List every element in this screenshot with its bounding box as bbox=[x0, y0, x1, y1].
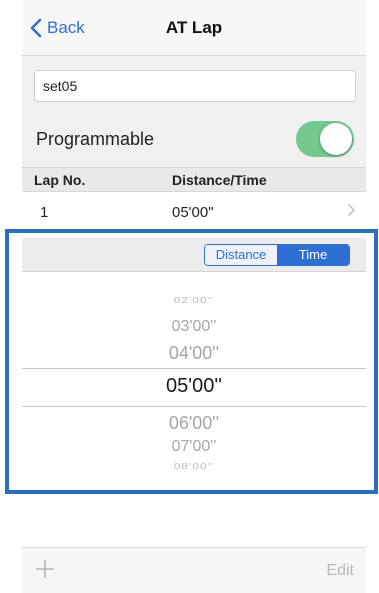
picker-item[interactable]: 03'00'' bbox=[22, 318, 366, 336]
segment-distance[interactable]: Distance bbox=[205, 245, 277, 265]
mode-segmented-control: Distance Time bbox=[204, 244, 350, 266]
table-row[interactable]: 1 05'00" bbox=[22, 193, 366, 231]
lap-value: 05'00" bbox=[172, 204, 214, 221]
plus-icon[interactable] bbox=[34, 558, 56, 580]
bottom-toolbar: Edit bbox=[22, 547, 366, 593]
picker-mode-bar: Distance Time bbox=[22, 238, 366, 272]
programmable-label: Programmable bbox=[36, 129, 155, 149]
page-title: AT Lap bbox=[165, 18, 223, 37]
selection-line-top bbox=[22, 368, 366, 369]
header-distance-time: Distance/Time bbox=[172, 172, 267, 188]
picker-item[interactable]: 02'00'' bbox=[22, 295, 366, 305]
app-screen: Back AT Lap Programmable Lap No. Distanc… bbox=[22, 0, 366, 593]
header-lap-no: Lap No. bbox=[34, 172, 86, 188]
toggle-knob bbox=[320, 123, 352, 155]
picker-item[interactable]: 04'00'' bbox=[22, 343, 366, 364]
picker-item[interactable]: 08'00'' bbox=[22, 461, 366, 471]
picker-item[interactable]: 06'00'' bbox=[22, 413, 366, 434]
chevron-right-icon bbox=[348, 204, 355, 216]
segment-time[interactable]: Time bbox=[277, 245, 349, 265]
programmable-toggle[interactable] bbox=[296, 121, 354, 157]
navigation-bar: Back AT Lap bbox=[22, 0, 366, 56]
edit-button[interactable]: Edit bbox=[326, 562, 354, 580]
picker-item[interactable]: 07'00'' bbox=[22, 438, 366, 456]
picker-item-selected[interactable]: 05'00'' bbox=[22, 375, 366, 398]
set-name-field[interactable] bbox=[34, 70, 356, 102]
lap-number: 1 bbox=[40, 204, 49, 221]
time-picker-wheel[interactable]: 02'00'' 03'00'' 04'00'' 05'00'' 06'00'' … bbox=[22, 273, 366, 488]
table-header: Lap No. Distance/Time bbox=[22, 167, 366, 192]
selection-line-bottom bbox=[22, 406, 366, 407]
